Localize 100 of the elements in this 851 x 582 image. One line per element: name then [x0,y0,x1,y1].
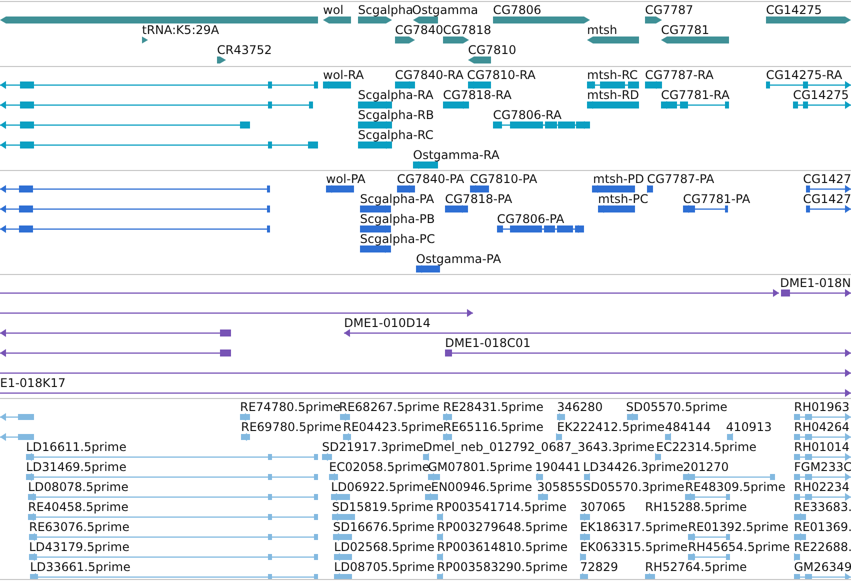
feature-label: Scgalpha-RB [358,108,434,122]
feature-label: RH01014 [794,440,850,454]
feature-label: 410913 [726,420,772,434]
feature-label: Scgalpha-RC [358,128,434,142]
feature-label: 484144 [665,420,711,434]
feature-label: LD31469.5prime [26,460,127,474]
feature-label: LD08078.5prime [28,480,129,494]
feature-label: CG7810-PA [470,172,538,186]
feature-label: LD08705.5prime [334,560,435,574]
feature-label: EK063315.5prime [580,540,688,554]
feature-label: DME1-018C01 [445,336,531,350]
feature-label: EC22314.5prime [656,440,757,454]
feature-label: Scgalpha-PC [360,232,436,246]
feature-label: CR43752 [217,43,272,57]
feature-label: CG14275 [766,3,822,17]
feature-label: CG7840-PA [397,172,464,186]
feature-label: CG7781-RA [661,88,730,102]
feature-label: 72829 [580,560,618,574]
feature-label: 190441 [535,460,581,474]
feature-label: Dmel_neb_012792_0687_3643.3prime [423,440,655,454]
feature-label: tRNA:K5:29A [142,23,220,37]
feature-label: RE01392.5prime [688,520,788,534]
feature-label: CG7810-RA [467,68,536,82]
feature-label: RE68267.5prime [339,400,440,414]
feature-label: RH45654.5prime [688,540,790,554]
feature-label: RH01963 [794,400,850,414]
feature-label: Scgalpha-RA [358,88,434,102]
feature-label: EC02058.5prime [329,460,430,474]
feature-label: wol [323,3,344,17]
feature-label: RE04423.5prime [343,420,444,434]
feature-label: LD33661.5prime [30,560,131,574]
feature-label: CG7810 [468,43,516,57]
feature-label: mtsh-RC [587,68,638,82]
feature-label: EK222412.5prime [557,420,665,434]
feature-label: EN00946.5prime [431,480,532,494]
feature-label: RE22688. [794,540,851,554]
feature-label: mtsh-PC [598,192,648,206]
feature-label: SD16676.5prime [333,520,434,534]
feature-label: CG7818-RA [443,88,512,102]
feature-label: CG14275 [793,88,849,102]
feature-label: CG7787 [645,3,694,17]
feature-label: CG14275-RA [766,68,842,82]
feature-label: CG7781-PA [683,192,750,206]
feature-label: RE01369. [794,520,851,534]
feature-label: RH04264 [794,420,850,434]
feature-label: LD16611.5prime [26,440,127,454]
feature-label: CG7787-PA [647,172,714,186]
feature-label: RE65116.5prime [443,420,544,434]
feature-label: CG7840 [395,23,444,37]
feature-label: RE33683. [794,500,851,514]
feature-label: RE28431.5prime [443,400,544,414]
feature-label: RH15288.5prime [645,500,747,514]
feature-label: CG1427 [803,192,851,206]
feature-label: mtsh-PD [593,172,644,186]
feature-label: Scgalpha-PB [360,212,435,226]
feature-label: CG7840-RA [395,68,464,82]
feature-label: LD34426.3prime [583,460,684,474]
feature-label: CG7806-PA [497,212,564,226]
feature-label: CG7818-PA [445,192,512,206]
feature-label: DME1-010D14 [344,316,431,330]
feature-label: LD43179.5prime [29,540,130,554]
feature-label: RE74780.5prime [240,400,340,414]
feature-label: RE40458.5prime [28,500,128,514]
feature-label: CG7787-RA [645,68,714,82]
feature-label: GM26349 [794,560,851,574]
feature-label: LD02568.5prime [334,540,435,554]
feature-label: mtsh [587,23,618,37]
feature-label: 346280 [557,400,603,414]
feature-label: mtsh-RD [587,88,640,102]
feature-label: GM07801.5prime [428,460,532,474]
feature-label: RH52764.5prime [645,560,747,574]
feature-label: RP003614810.5prime [437,540,568,554]
feature-label: Ostgamma-PA [416,252,502,266]
feature-label: RE69780.5prime [241,420,342,434]
feature-label: EK186317.5prime [580,520,688,534]
feature-label: FGM233C [794,460,851,474]
feature-label: RH02234 [794,480,850,494]
feature-label: RP003541714.5prime [436,500,567,514]
feature-label: LD06922.5prime [331,480,432,494]
feature-label: RE63076.5prime [29,520,130,534]
feature-label: Ostgamma [412,3,478,17]
feature-label: 307065 [580,500,626,514]
feature-label: Scgalpha-PA [360,192,434,206]
feature-label: wol-RA [323,68,364,82]
feature-label: wol-PA [326,172,366,186]
feature-label: SD15819.5prime [332,500,434,514]
feature-label: CG1427 [803,172,851,186]
feature-label: CG7806 [493,3,542,17]
feature-label: Ostgamma-RA [413,148,500,162]
feature-label: 201270 [683,460,729,474]
feature-label: DME1-018N [780,276,851,290]
feature-label: SD21917.3prime [322,440,424,454]
feature-label: CG7806-RA [493,108,562,122]
feature-label: RP003583290.5prime [437,560,568,574]
feature-label: SD05570.5prime [626,400,728,414]
feature-label: E1-018K17 [0,376,66,390]
feature-label: CG7818 [443,23,492,37]
feature-label: RE48309.5prime [685,480,786,494]
feature-label: SD05570.3prime [583,480,684,494]
feature-label: RP003279648.5prime [437,520,568,534]
